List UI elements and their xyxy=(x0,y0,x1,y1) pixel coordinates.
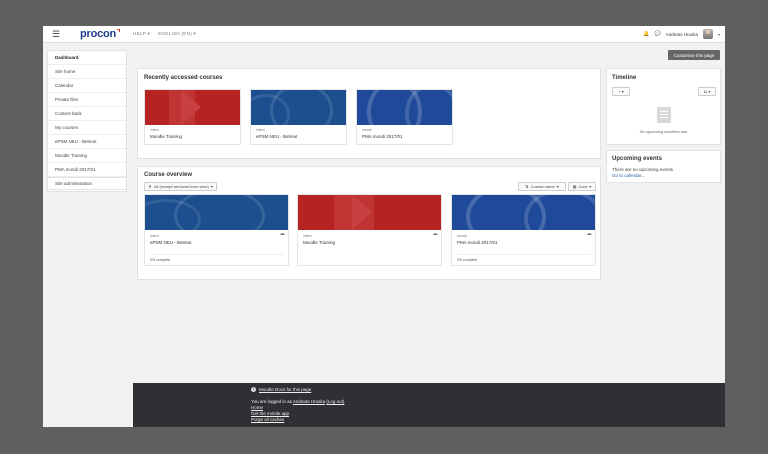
grid-icon: ▦ xyxy=(572,184,577,189)
drawer-item-content-bank[interactable]: Content bank xyxy=(48,107,126,121)
course-name[interactable]: ePSM NEU - Betreut xyxy=(256,134,298,139)
course-card[interactable]: intern Moodle Training xyxy=(144,89,241,145)
timeline-filter-button[interactable]: ◔ ▾ xyxy=(612,87,630,96)
chevron-down-icon: ▾ xyxy=(210,184,213,189)
course-category: intern xyxy=(150,234,159,238)
course-card[interactable]: mondi PMA mondi 2017/01 xyxy=(356,89,453,145)
drawer-item-private-files[interactable]: Private files xyxy=(48,93,126,107)
progress-bar xyxy=(150,254,283,255)
clock-icon: ◔ xyxy=(618,89,621,94)
timeline-block: Timeline ◔ ▾ ⇊ ▾ No upcoming activities … xyxy=(606,68,721,145)
more-actions-icon[interactable]: ••• xyxy=(280,232,284,238)
chat-icon[interactable]: 💬 xyxy=(654,31,660,37)
logged-user-link[interactable]: Andreas Hruska xyxy=(293,399,325,404)
course-card[interactable]: intern ePSM NEU - Betreut xyxy=(250,89,347,145)
progress-bar xyxy=(457,254,590,255)
empty-list-icon xyxy=(657,107,671,123)
sort-icon: ⇅ xyxy=(525,184,529,189)
chevron-down-icon: ▾ xyxy=(708,89,711,94)
block-title: Upcoming events xyxy=(612,156,663,162)
course-category: intern xyxy=(256,128,265,132)
customise-page-button[interactable]: Customise this page xyxy=(668,50,720,60)
drawer-item-calendar[interactable]: Calendar xyxy=(48,79,126,93)
block-title: Recently accessed courses xyxy=(144,75,223,81)
course-name[interactable]: Moodle Training xyxy=(150,134,182,139)
filter-dropdown[interactable]: ▼ All (except removed from view) ▾ xyxy=(144,182,217,191)
chevron-down-icon: ▾ xyxy=(621,89,624,94)
sort-dropdown[interactable]: ⇅ Course name ▾ xyxy=(518,182,566,191)
sort-icon: ⇊ xyxy=(703,89,708,94)
more-actions-icon[interactable]: ••• xyxy=(433,232,437,238)
timeline-empty-text: No upcoming activities due xyxy=(639,129,688,134)
course-name[interactable]: PMA mondi 2017/01 xyxy=(362,134,403,139)
course-category: mondi xyxy=(457,234,467,238)
course-overview-block: Course overview ▼ All (except removed fro… xyxy=(137,166,601,280)
user-name[interactable]: Andreas Hruska xyxy=(666,32,698,37)
moodle-window: ☰ procon HELP ▾ ENGLISH (EN) ▾ 🔔 💬 Andre… xyxy=(43,26,725,427)
bell-icon[interactable]: 🔔 xyxy=(643,31,649,37)
drawer-item-site-home[interactable]: Site home xyxy=(48,65,126,79)
course-card[interactable]: intern ••• Moodle Training xyxy=(297,194,442,266)
page-footer: i Moodle Docs for this page You are logg… xyxy=(133,383,725,427)
course-category: intern xyxy=(303,234,312,238)
course-category: mondi xyxy=(362,128,372,132)
upcoming-events-block: Upcoming events There are no upcoming ev… xyxy=(606,150,721,183)
block-title: Timeline xyxy=(612,75,637,81)
menu-icon[interactable]: ☰ xyxy=(50,29,62,39)
help-menu[interactable]: HELP ▾ xyxy=(133,31,150,37)
drawer-item-site-administration[interactable]: Site administration xyxy=(47,177,127,190)
filter-icon: ▼ xyxy=(148,184,152,189)
upcoming-empty-text: There are no upcoming events xyxy=(612,167,674,172)
drawer-item-dashboard[interactable]: Dashboard xyxy=(48,51,126,65)
logout-link[interactable]: (Log out) xyxy=(326,399,344,404)
avatar[interactable] xyxy=(702,29,713,39)
course-name[interactable]: Moodle Training xyxy=(303,240,335,245)
chevron-down-icon[interactable]: ▾ xyxy=(718,32,720,37)
course-image[interactable] xyxy=(251,90,346,125)
more-actions-icon[interactable]: ••• xyxy=(587,232,591,238)
mobile-app-link[interactable]: Get the mobile app xyxy=(251,411,289,416)
course-name[interactable]: PMA mondi 2017/01 xyxy=(457,240,498,245)
recently-accessed-block: Recently accessed courses intern Moodle … xyxy=(137,68,601,159)
language-menu[interactable]: ENGLISH (EN) ▾ xyxy=(158,31,196,37)
moodle-docs-link[interactable]: Moodle Docs for this page xyxy=(259,387,311,392)
course-card[interactable]: mondi ••• PMA mondi 2017/01 0% complete xyxy=(451,194,596,266)
docs-link-row[interactable]: i Moodle Docs for this page xyxy=(251,387,311,392)
course-image[interactable] xyxy=(357,90,452,125)
drawer-item-course-epsm[interactable]: ePSM NEU - Betreut xyxy=(48,135,126,149)
course-category: intern xyxy=(150,128,159,132)
timeline-sort-button[interactable]: ⇊ ▾ xyxy=(698,87,716,96)
drawer-item-course-moodle[interactable]: Moodle Training xyxy=(48,149,126,163)
login-info: You are logged in as Andreas Hruska (Log… xyxy=(251,399,345,404)
top-navbar: ☰ procon HELP ▾ ENGLISH (EN) ▾ 🔔 💬 Andre… xyxy=(43,26,725,43)
course-image[interactable] xyxy=(145,195,288,230)
block-title: Course overview xyxy=(144,172,193,178)
view-dropdown[interactable]: ▦ Card ▾ xyxy=(568,182,596,191)
home-link[interactable]: Home xyxy=(251,405,263,410)
nav-drawer: Dashboard Site home Calendar Private fil… xyxy=(47,50,127,192)
purge-caches-link[interactable]: Purge all caches xyxy=(251,417,284,422)
site-logo[interactable]: procon xyxy=(80,28,121,40)
course-image[interactable] xyxy=(298,195,441,230)
go-to-calendar-link[interactable]: Go to calendar... xyxy=(612,173,645,178)
course-card[interactable]: intern ••• ePSM NEU - Betreut 0% complet… xyxy=(144,194,289,266)
drawer-item-course-pma[interactable]: PMA mondi 2017/01 xyxy=(48,163,126,177)
drawer-item-my-courses[interactable]: My courses xyxy=(48,121,126,135)
course-name[interactable]: ePSM NEU - Betreut xyxy=(150,240,192,245)
chevron-down-icon: ▾ xyxy=(556,184,559,189)
course-image[interactable] xyxy=(145,90,240,125)
course-image[interactable] xyxy=(452,195,595,230)
progress-text: 0% complete xyxy=(457,258,478,262)
chevron-down-icon: ▾ xyxy=(589,184,592,189)
info-icon: i xyxy=(251,387,256,392)
progress-text: 0% complete xyxy=(150,258,171,262)
